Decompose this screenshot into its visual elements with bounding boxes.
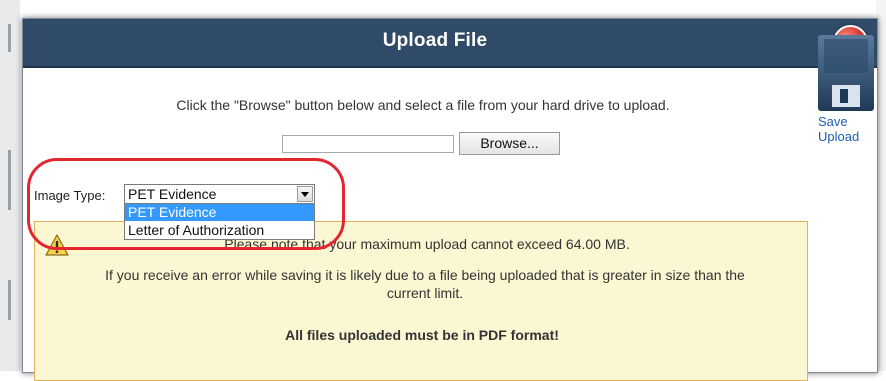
upload-notice-box: Please note that your maximum upload can… — [34, 221, 808, 381]
image-type-label: Image Type: — [34, 188, 106, 203]
background-stripe — [8, 150, 11, 210]
background-stripe — [8, 280, 11, 320]
option-letter-of-authorization[interactable]: Letter of Authorization — [125, 222, 314, 239]
option-pet-evidence[interactable]: PET Evidence — [125, 204, 314, 221]
upload-instruction: Click the "Browse" button below and sele… — [176, 97, 670, 113]
save-upload-label[interactable]: Save Upload — [818, 114, 868, 144]
dialog-titlebar: Upload File — [23, 19, 877, 68]
upload-file-dialog: Upload File Click the "Browse" button be… — [22, 18, 878, 381]
dropdown-arrow-icon[interactable] — [297, 186, 313, 202]
floppy-disk-icon — [818, 35, 874, 111]
background-stripe — [8, 24, 11, 52]
background-page-top — [0, 0, 886, 16]
notice-pdf-only: All files uploaded must be in PDF format… — [285, 327, 559, 343]
dialog-title: Upload File — [382, 30, 488, 51]
browse-button[interactable]: Browse... — [459, 132, 560, 155]
save-upload-button[interactable]: Save Upload — [818, 35, 874, 145]
dialog-content: Click the "Browse" button below and sele… — [23, 69, 877, 381]
image-type-select[interactable]: PET Evidence — [124, 184, 315, 204]
file-path-input[interactable] — [282, 135, 454, 153]
background-page-left — [0, 0, 20, 371]
image-type-dropdown-list: PET Evidence Letter of Authorization — [124, 203, 315, 240]
image-type-selected-value: PET Evidence — [128, 186, 217, 202]
notice-error-hint: If you receive an error while saving it … — [105, 267, 745, 301]
